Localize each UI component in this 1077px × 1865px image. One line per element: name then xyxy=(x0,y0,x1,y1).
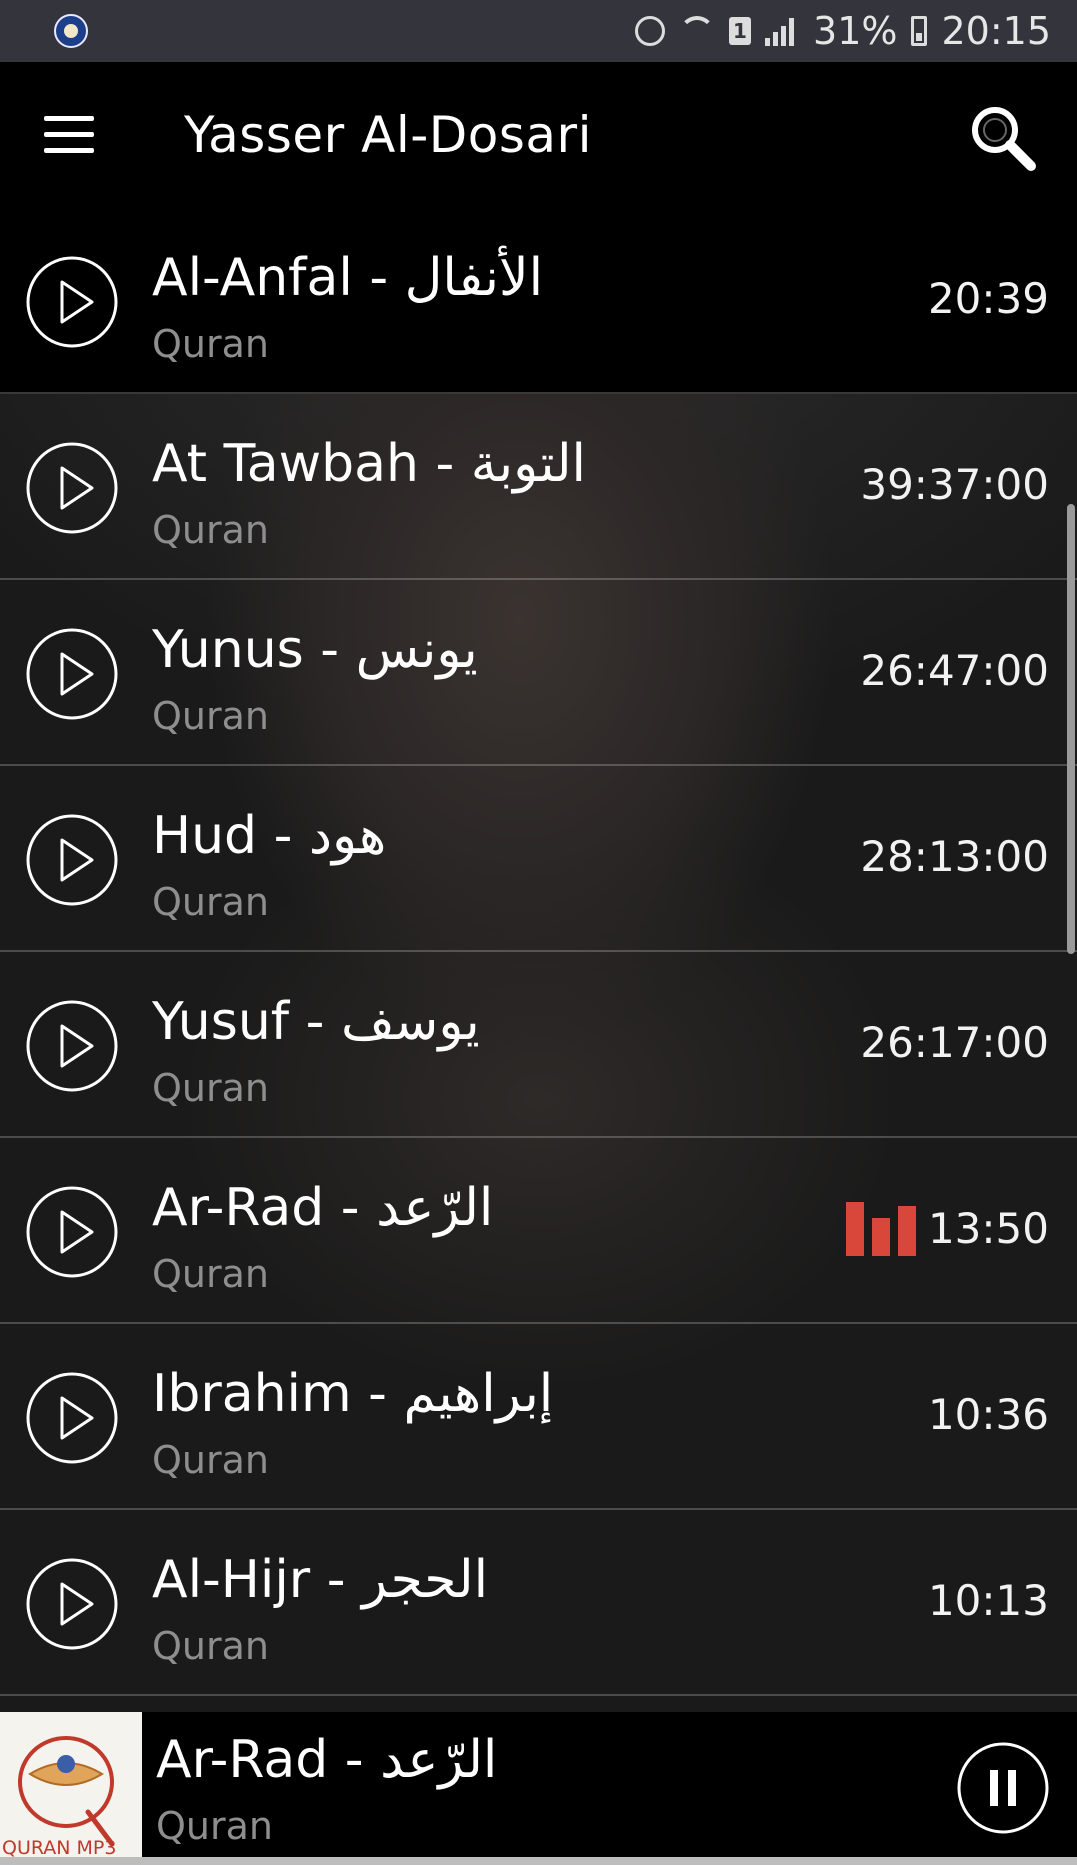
track-duration: 28:13:00 xyxy=(860,832,1049,881)
track-row-ar-rad[interactable]: Ar-Rad - الرّعد Quran 13:50 xyxy=(0,1140,1077,1324)
track-subtitle: Quran xyxy=(152,1066,269,1110)
track-list: Al-Anfal - الأنفال Quran 20:39 At Tawbah… xyxy=(0,210,1077,1710)
track-row-hud[interactable]: Hud - هود Quran 28:13:00 xyxy=(0,768,1077,952)
play-icon[interactable] xyxy=(24,812,120,908)
track-title: Al-Anfal - الأنفال xyxy=(152,248,544,308)
mini-player[interactable]: QURAN MP3 Ar-Rad - الرّعد Quran xyxy=(0,1712,1077,1865)
clock: 20:15 xyxy=(941,9,1051,53)
scrollbar[interactable] xyxy=(1067,504,1075,954)
play-icon[interactable] xyxy=(24,1370,120,1466)
track-subtitle: Quran xyxy=(152,694,269,738)
track-title: Yunus - يونس xyxy=(152,620,478,680)
pause-icon xyxy=(990,1770,998,1806)
sim-icon: 1 xyxy=(729,17,752,45)
track-subtitle: Quran xyxy=(152,322,269,366)
play-icon[interactable] xyxy=(24,1184,120,1280)
track-title: Al-Hijr - الحجر xyxy=(152,1550,489,1610)
track-subtitle: Quran xyxy=(152,1438,269,1482)
play-icon[interactable] xyxy=(24,440,120,536)
track-duration: 10:36 xyxy=(927,1390,1049,1439)
track-subtitle: Quran xyxy=(152,1624,269,1668)
track-duration: 39:37:00 xyxy=(860,460,1049,509)
track-title: At Tawbah - التوبة xyxy=(152,434,586,494)
track-row-ibrahim[interactable]: Ibrahim - إبراهيم Quran 10:36 xyxy=(0,1326,1077,1510)
track-row-at-tawbah[interactable]: At Tawbah - التوبة Quran 39:37:00 xyxy=(0,396,1077,580)
play-icon[interactable] xyxy=(24,626,120,722)
search-icon[interactable] xyxy=(967,102,1037,172)
app-notification-icon xyxy=(54,14,88,48)
page-title: Yasser Al-Dosari xyxy=(184,106,592,164)
now-playing-subtitle: Quran xyxy=(156,1804,273,1848)
track-duration: 26:17:00 xyxy=(860,1018,1049,1067)
track-title: Yusuf - يوسف xyxy=(152,992,480,1052)
track-title: Hud - هود xyxy=(152,806,387,866)
play-icon[interactable] xyxy=(24,998,120,1094)
signal-icon xyxy=(765,16,799,46)
wifi-icon xyxy=(679,16,716,46)
track-subtitle: Quran xyxy=(152,880,269,924)
pause-button[interactable] xyxy=(955,1740,1051,1836)
alarm-icon xyxy=(635,16,666,46)
track-duration: 20:39 xyxy=(927,274,1049,323)
now-playing-title: Ar-Rad - الرّعد xyxy=(156,1730,498,1790)
status-bar: 1 31% 20:15 xyxy=(0,0,1077,62)
track-subtitle: Quran xyxy=(152,1252,269,1296)
hamburger-menu-icon[interactable] xyxy=(44,116,94,154)
track-row-yunus[interactable]: Yunus - يونس Quran 26:47:00 xyxy=(0,582,1077,766)
play-icon[interactable] xyxy=(24,1556,120,1652)
track-row-al-hijr[interactable]: Al-Hijr - الحجر Quran 10:13 xyxy=(0,1512,1077,1696)
app-bar: Yasser Al-Dosari xyxy=(0,62,1077,210)
battery-icon xyxy=(911,16,928,46)
track-title: Ar-Rad - الرّعد xyxy=(152,1178,494,1238)
track-row-yusuf[interactable]: Yusuf - يوسف Quran 26:17:00 xyxy=(0,954,1077,1138)
track-title: Ibrahim - إبراهيم xyxy=(152,1364,554,1424)
navigation-strip xyxy=(0,1857,1077,1865)
play-icon[interactable] xyxy=(24,254,120,350)
track-duration: 26:47:00 xyxy=(860,646,1049,695)
now-playing-equalizer-icon xyxy=(846,1202,920,1256)
status-icons: 1 31% 20:15 xyxy=(635,8,1051,54)
track-duration: 10:13 xyxy=(927,1576,1049,1625)
album-art-label: QURAN MP3 xyxy=(2,1837,117,1859)
track-subtitle: Quran xyxy=(152,508,269,552)
track-row-al-anfal[interactable]: Al-Anfal - الأنفال Quran 20:39 xyxy=(0,210,1077,394)
track-duration: 13:50 xyxy=(927,1204,1049,1253)
album-art: QURAN MP3 xyxy=(0,1712,142,1865)
battery-percent: 31% xyxy=(813,9,898,53)
